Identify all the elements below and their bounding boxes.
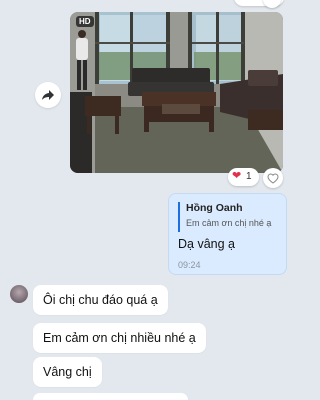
add-reaction-button[interactable] xyxy=(263,0,281,8)
reaction-count: 1 xyxy=(251,0,256,2)
message-time: 09:24 xyxy=(178,260,201,270)
photo-message[interactable]: HD xyxy=(70,12,283,173)
incoming-message-partial[interactable] xyxy=(33,393,188,400)
incoming-message[interactable]: Ôi chị chu đáo quá ạ xyxy=(33,285,168,315)
forward-arrow-icon xyxy=(42,90,54,100)
hd-badge: HD xyxy=(76,16,94,27)
reaction-count: 1 xyxy=(246,171,252,182)
incoming-message[interactable]: Vâng chị xyxy=(33,357,102,387)
add-reaction-button[interactable] xyxy=(263,168,283,188)
heart-outline-icon xyxy=(267,172,279,184)
quoted-message[interactable]: Hồng Oanh Em cảm ơn chị nhé ạ xyxy=(178,202,282,232)
incoming-message[interactable]: Em cảm ơn chị nhiều nhé ạ xyxy=(33,323,206,353)
sender-avatar[interactable] xyxy=(10,285,28,303)
outgoing-reply-message[interactable]: Hồng Oanh Em cảm ơn chị nhé ạ Dạ vâng ạ … xyxy=(168,193,287,275)
forward-button[interactable] xyxy=(35,82,61,108)
quoted-author: Hồng Oanh xyxy=(186,202,243,214)
office-room-photo xyxy=(70,12,283,173)
quoted-text: Em cảm ơn chị nhé ạ xyxy=(186,218,272,228)
heart-icon: ❤ xyxy=(240,0,248,2)
reaction-summary[interactable]: ❤ 1 xyxy=(228,168,259,186)
message-text: Dạ vâng ạ xyxy=(178,237,235,251)
heart-icon: ❤ xyxy=(232,170,242,182)
